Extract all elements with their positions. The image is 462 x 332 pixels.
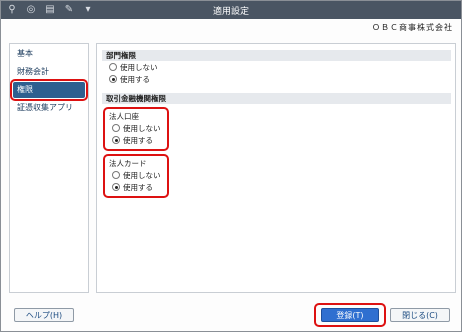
settings-window: ⚲ ◎ ▤ ✎ ▾ 適用設定 ＯＢＣ商事株式会社 基本 財務会計 権限 証憑収集… [0,0,462,332]
radio-on-icon[interactable] [112,136,120,144]
sidebar-item-accounting[interactable]: 財務会計 [10,64,88,80]
radio-on-icon[interactable] [112,183,120,191]
corp-account-group: 法人口座 使用しない 使用する [103,107,169,151]
corp-card-group: 法人カード 使用しない 使用する [103,154,169,198]
corp-card-option-on-label: 使用する [123,182,153,192]
register-highlight: 登録(T) [314,303,386,327]
help-button[interactable]: ヘルプ(H) [14,308,74,322]
window-title: 適用設定 [212,7,249,17]
bank-permission-header: 取引金融機関権限 [102,93,451,104]
corp-card-label: 法人カード [109,159,147,168]
settings-panel: 部門権限 使用しない 使用する 取引金融機関権限 法人口座 使用しない 使用する… [96,43,456,293]
sidebar: 基本 財務会計 権限 証憑収集アプリ [9,43,89,293]
radio-on-icon[interactable] [109,75,117,83]
corp-account-option-off-label: 使用しない [123,123,161,133]
dept-option-on[interactable]: 使用する [97,73,455,85]
dept-option-off-label: 使用しない [120,62,158,72]
dept-permission-header: 部門権限 [102,50,451,61]
corp-card-option-off-label: 使用しない [123,170,161,180]
radio-off-icon[interactable] [112,124,120,132]
close-button[interactable]: 閉じる(C) [390,308,450,322]
corp-account-option-off[interactable]: 使用しない [105,122,167,134]
dept-option-off[interactable]: 使用しない [97,61,455,73]
corp-account-option-on-label: 使用する [123,135,153,145]
corp-card-option-off[interactable]: 使用しない [105,169,167,181]
register-button[interactable]: 登録(T) [321,308,379,322]
company-name: ＯＢＣ商事株式会社 [372,23,453,32]
sidebar-item-receipt-app[interactable]: 証憑収集アプリ [10,100,88,116]
dept-option-on-label: 使用する [120,74,150,84]
corp-card-option-on[interactable]: 使用する [105,181,167,193]
sidebar-item-permissions[interactable]: 権限 [10,79,88,101]
corp-account-label: 法人口座 [109,112,139,121]
corp-account-option-on[interactable]: 使用する [105,134,167,146]
radio-off-icon[interactable] [112,171,120,179]
title-bar: ⚲ ◎ ▤ ✎ ▾ 適用設定 [1,1,461,19]
sidebar-item-basic[interactable]: 基本 [10,46,88,62]
radio-off-icon[interactable] [109,63,117,71]
